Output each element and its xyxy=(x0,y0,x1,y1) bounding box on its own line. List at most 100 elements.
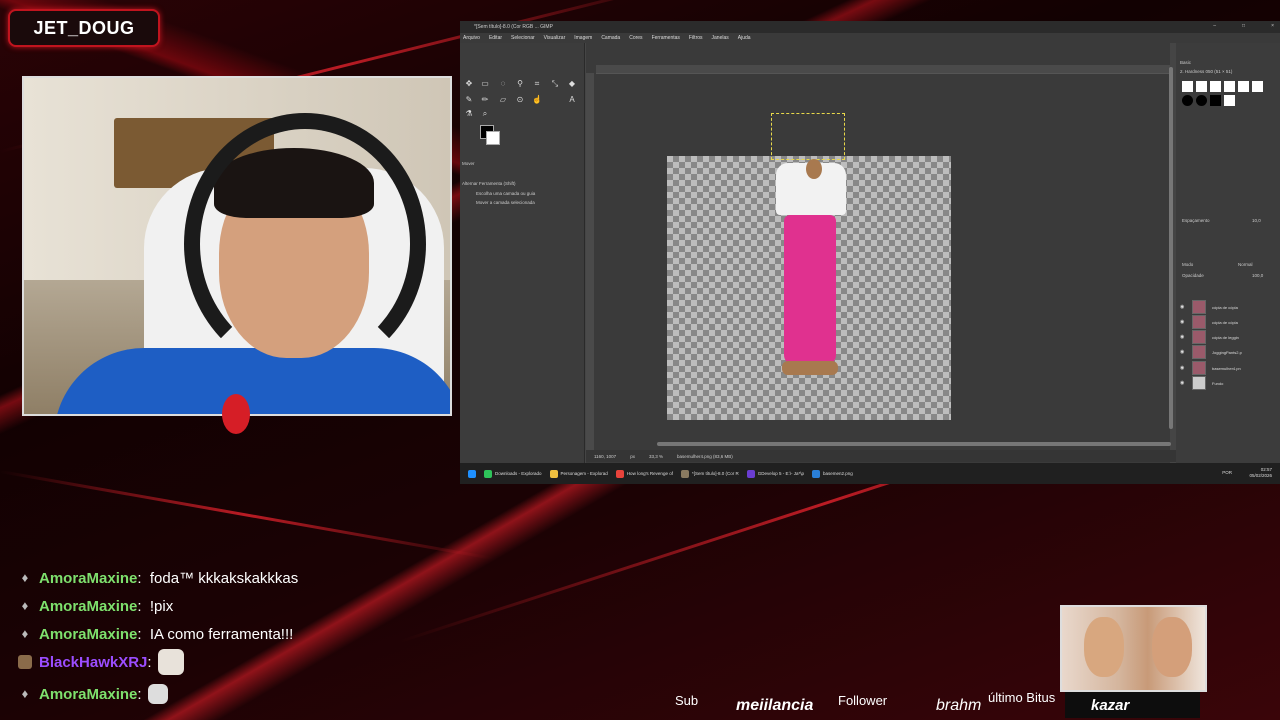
close-icon[interactable]: × xyxy=(1271,23,1274,29)
eye-icon[interactable]: ◉ xyxy=(1180,380,1186,386)
eye-icon[interactable]: ◉ xyxy=(1180,304,1186,310)
transform-icon[interactable]: ⤡ xyxy=(550,79,560,89)
file-info: basemulher4.png (83,6 MB) xyxy=(676,453,733,459)
brush-preset[interactable] xyxy=(1224,81,1235,92)
chat-message: ♦ AmoraMaxine: foda™ kkkakskakkkas xyxy=(18,564,438,592)
layer-name: cópia de cópia xyxy=(1212,304,1238,310)
layer-thumbnail xyxy=(1192,315,1206,329)
eye-icon[interactable]: ◉ xyxy=(1180,319,1186,325)
brush-preset[interactable] xyxy=(1196,95,1207,106)
maximize-icon[interactable]: □ xyxy=(1242,23,1245,29)
menu-item-imagem[interactable]: Imagem xyxy=(574,35,592,41)
brush-preset[interactable] xyxy=(1210,81,1221,92)
taskbar-item[interactable]: GDevelop 5 - E:\- Ja*\p xyxy=(746,469,804,478)
brush-preset[interactable] xyxy=(1182,81,1193,92)
eraser-icon[interactable]: ▱ xyxy=(498,95,508,105)
pencil-icon[interactable]: ✏ xyxy=(480,95,490,105)
gimp-window[interactable]: *[Sem título]-8.0 (Cor RGB ... GIMP – □ … xyxy=(460,21,1280,484)
minimize-icon[interactable]: – xyxy=(1213,23,1216,29)
horizontal-scrollbar[interactable] xyxy=(657,442,1171,446)
mode-select[interactable]: Normal xyxy=(1238,262,1253,267)
taskbar-item-label: basemen2.png xyxy=(823,471,853,476)
taskbar-item[interactable]: How long's Revenge of xyxy=(615,469,673,478)
chat-username: AmoraMaxine xyxy=(39,597,138,615)
clone-icon[interactable]: ⊙ xyxy=(515,95,525,105)
microphone-indicator xyxy=(222,394,250,434)
layer-row[interactable]: ◉ cópia de cópia xyxy=(1180,300,1276,314)
layer-row[interactable]: ◉ cópia de leggin xyxy=(1180,330,1276,344)
layer-row[interactable]: ◉ Fundo xyxy=(1180,376,1276,390)
menu-item-arquivo[interactable]: Arquivo xyxy=(463,35,480,41)
pointer-coords: 1160, 1007 xyxy=(594,453,617,459)
chat-colon: : xyxy=(137,569,150,587)
taskbar-item[interactable]: *[Sem título]-8.0 (Cor R xyxy=(680,469,739,478)
layer-row[interactable]: ◉ cópia de cópia xyxy=(1180,315,1276,329)
layer-name: Fundo xyxy=(1212,380,1224,386)
image-viewer-icon xyxy=(812,469,820,478)
tool-option-move-active[interactable]: Mover a camada selecionada xyxy=(476,200,535,205)
crop-icon[interactable]: ⌗ xyxy=(532,79,542,89)
menu-item-filtros[interactable]: Filtros xyxy=(689,35,703,41)
zoom-select[interactable]: 33,3 % xyxy=(649,454,663,459)
picker-icon[interactable]: ⚗ xyxy=(464,109,474,119)
smudge-icon[interactable]: ☝ xyxy=(532,95,542,105)
background-color-swatch[interactable] xyxy=(486,131,500,145)
vertical-scrollbar[interactable] xyxy=(1169,67,1173,429)
eye-icon[interactable]: ◉ xyxy=(1180,334,1186,340)
paint-icon[interactable]: ✎ xyxy=(464,95,474,105)
chat-text: !pix xyxy=(149,597,174,615)
user-badge-icon: ♦ xyxy=(21,570,29,585)
bits-name: kazar xyxy=(1091,697,1130,714)
menu-item-camada[interactable]: Camada xyxy=(601,35,620,41)
gimp-titlebar[interactable]: *[Sem título]-8.0 (Cor RGB ... GIMP – □ … xyxy=(460,21,1280,33)
menu-item-ajuda[interactable]: Ajuda xyxy=(738,35,751,41)
vertical-ruler xyxy=(586,73,594,453)
gimp-right-dock: Basic 2. Hardness 050 (51 × 51) Espaçame… xyxy=(1176,43,1280,463)
chat-colon: : xyxy=(147,653,152,671)
rect-select-icon[interactable]: ▭ xyxy=(480,79,490,89)
brush-preset[interactable] xyxy=(1182,95,1193,106)
taskbar-item[interactable]: Personagem - Explorad xyxy=(549,469,608,478)
keyboard-language[interactable]: POR xyxy=(1222,470,1232,476)
brush-set-label[interactable]: Basic xyxy=(1180,60,1191,65)
eye-icon[interactable]: ◉ xyxy=(1180,365,1186,371)
eye-icon[interactable]: ◉ xyxy=(1180,349,1186,355)
menu-item-cores[interactable]: Cores xyxy=(629,35,642,41)
opacity-value[interactable]: 100,0 xyxy=(1252,273,1263,278)
menu-item-visualizar[interactable]: Visualizar xyxy=(544,35,566,41)
taskbar-item[interactable]: Downloads - Explorado xyxy=(484,469,542,478)
tool-option-pick-layer[interactable]: Escolha uma camada ou guia xyxy=(476,191,535,196)
wand-icon[interactable]: ⚲ xyxy=(515,79,525,89)
background-streak xyxy=(0,470,493,560)
spacing-value[interactable]: 10,0 xyxy=(1252,218,1261,223)
spacing-label: Espaçamento xyxy=(1182,218,1210,223)
start-button[interactable] xyxy=(468,469,476,478)
user-badge-icon: ♦ xyxy=(21,626,29,641)
unit-select[interactable]: px xyxy=(630,454,635,459)
text-tool-icon[interactable]: A xyxy=(567,95,577,105)
brush-preset[interactable] xyxy=(1196,81,1207,92)
brush-preset[interactable] xyxy=(1238,81,1249,92)
taskbar-clock[interactable]: POR 02:57 05/02/2026 xyxy=(1222,467,1272,479)
brush-preset[interactable] xyxy=(1224,95,1235,106)
image-canvas-area[interactable] xyxy=(586,43,1170,463)
cat-emote-icon xyxy=(147,684,168,704)
brush-preset[interactable] xyxy=(1252,81,1263,92)
gimp-menubar: Arquivo Editar Selecionar Visualizar Ima… xyxy=(460,33,1280,43)
menu-item-selecionar[interactable]: Selecionar xyxy=(511,35,535,41)
layer-row[interactable]: ◉ JoggingPants2.p xyxy=(1180,345,1276,359)
layer-row[interactable]: ◉ basemulher4.pn xyxy=(1180,361,1276,375)
chat-username: BlackHawkXRJ xyxy=(39,653,148,671)
brush-preset[interactable] xyxy=(1210,95,1221,106)
zoom-icon[interactable]: ⌕ xyxy=(480,109,490,119)
lasso-icon[interactable]: ◌ xyxy=(498,79,508,89)
bucket-icon[interactable]: ◆ xyxy=(567,79,577,89)
move-tool-icon[interactable]: ✥ xyxy=(464,79,474,89)
chrome-icon xyxy=(615,469,624,478)
layer-thumbnail xyxy=(1192,300,1206,314)
layer-name: cópia de leggin xyxy=(1212,334,1239,340)
taskbar-item[interactable]: basemen2.png xyxy=(812,469,853,478)
menu-item-editar[interactable]: Editar xyxy=(489,35,502,41)
menu-item-ferramentas[interactable]: Ferramentas xyxy=(652,35,680,41)
menu-item-janelas[interactable]: Janelas xyxy=(712,35,729,41)
